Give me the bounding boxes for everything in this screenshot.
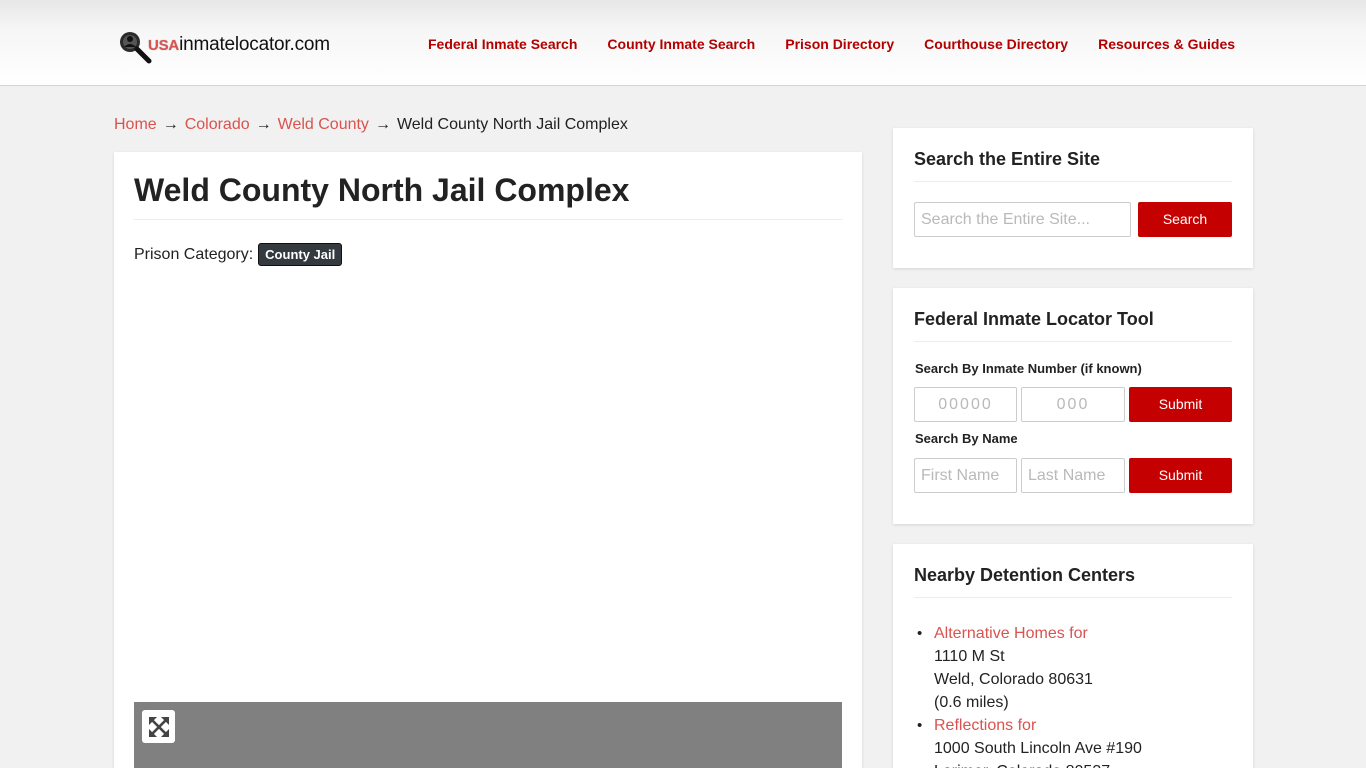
breadcrumb-current: Weld County North Jail Complex	[396, 116, 628, 133]
nearby-address: 1110 M St	[934, 648, 1005, 665]
page-title: Weld County North Jail Complex	[134, 172, 630, 208]
main-nav: Federal Inmate Search County Inmate Sear…	[428, 36, 1235, 52]
site-logo[interactable]: USAinmatelocator.com	[118, 30, 330, 64]
inmate-number-field-1[interactable]	[914, 387, 1017, 422]
category-badge[interactable]: County Jail	[258, 243, 343, 266]
list-item: Reflections for 1000 South Lincoln Ave #…	[914, 714, 1142, 768]
prison-category: Prison Category: County Jail	[134, 243, 343, 266]
site-search-widget: Search the Entire Site Search	[893, 128, 1253, 268]
inmate-number-label: Search By Inmate Number (if known)	[915, 361, 1142, 376]
widget-divider	[914, 181, 1232, 182]
site-search-button[interactable]: Search	[1138, 202, 1232, 237]
nearby-center-link[interactable]: Reflections for	[934, 714, 1142, 737]
federal-locator-widget: Federal Inmate Locator Tool Search By In…	[893, 288, 1253, 524]
name-search-submit-button[interactable]: Submit	[1129, 458, 1232, 493]
site-search-title: Search the Entire Site	[914, 149, 1101, 169]
breadcrumb-weld-county[interactable]: Weld County	[278, 116, 369, 133]
nearby-city: Weld, Colorado 80631	[934, 671, 1093, 688]
federal-tool-title: Federal Inmate Locator Tool	[914, 309, 1154, 329]
title-divider	[134, 219, 842, 220]
nearby-center-link[interactable]: Alternative Homes for	[934, 622, 1142, 645]
nearby-list: Alternative Homes for 1110 M St Weld, Co…	[914, 622, 1142, 768]
nav-courthouse-directory[interactable]: Courthouse Directory	[924, 36, 1068, 52]
map-embed[interactable]	[134, 702, 842, 768]
magnifier-logo-icon	[118, 30, 152, 64]
breadcrumb-separator: →	[162, 116, 179, 133]
nav-resources-guides[interactable]: Resources & Guides	[1098, 36, 1235, 52]
nearby-address: 1000 South Lincoln Ave #190	[934, 740, 1142, 757]
first-name-field[interactable]	[914, 458, 1017, 493]
nearby-centers-widget: Nearby Detention Centers Alternative Hom…	[893, 544, 1253, 768]
site-header: USAinmatelocator.com Federal Inmate Sear…	[0, 0, 1366, 86]
breadcrumb-home[interactable]: Home	[114, 116, 157, 133]
logo-text: USAinmatelocator.com	[148, 34, 330, 55]
inmate-number-submit-button[interactable]: Submit	[1129, 387, 1232, 422]
breadcrumb-colorado[interactable]: Colorado	[185, 116, 250, 133]
breadcrumb: Home → Colorado → Weld County → Weld County No…	[114, 116, 628, 134]
nav-county-inmate-search[interactable]: County Inmate Search	[607, 36, 755, 52]
nearby-title: Nearby Detention Centers	[914, 565, 1136, 585]
breadcrumb-separator: →	[255, 116, 272, 133]
breadcrumb-separator: →	[374, 116, 391, 133]
last-name-field[interactable]	[1021, 458, 1125, 493]
nav-federal-inmate-search[interactable]: Federal Inmate Search	[428, 36, 577, 52]
widget-divider	[914, 341, 1232, 342]
site-search-input[interactable]	[914, 202, 1131, 237]
nearby-distance: (0.6 miles)	[934, 694, 1009, 711]
widget-divider	[914, 597, 1232, 598]
nav-prison-directory[interactable]: Prison Directory	[785, 36, 894, 52]
search-by-name-label: Search By Name	[915, 431, 1018, 446]
expand-fullscreen-icon[interactable]	[142, 710, 175, 743]
facility-card: Weld County North Jail Complex Prison Ca…	[114, 152, 862, 768]
category-label: Prison Category:	[134, 245, 254, 263]
inmate-number-field-2[interactable]	[1021, 387, 1125, 422]
list-item: Alternative Homes for 1110 M St Weld, Co…	[914, 622, 1142, 714]
nearby-city: Larimer, Colorado 80537	[934, 760, 1142, 768]
